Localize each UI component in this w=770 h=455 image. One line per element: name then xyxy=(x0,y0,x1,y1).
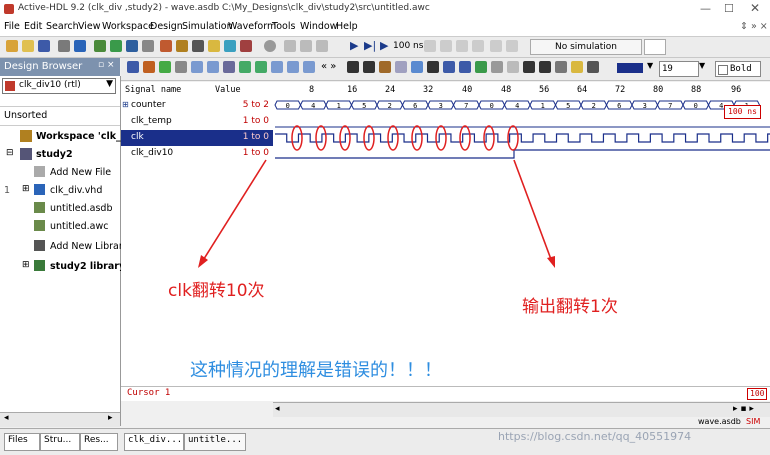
status-file: wave.asdb xyxy=(698,417,741,426)
tab-label: untitle... xyxy=(188,435,243,445)
scroll-left-icon[interactable]: ◂ xyxy=(4,413,9,423)
sidebar-scrollbar[interactable]: ◂ ▸ xyxy=(0,412,120,427)
arrow-head-output xyxy=(547,256,555,268)
arrow-head-clk xyxy=(198,255,208,268)
tab-label: Stru... xyxy=(44,435,72,445)
scroll-left-icon[interactable]: ◂ xyxy=(275,404,280,414)
tab-structure[interactable]: Stru... xyxy=(40,433,80,451)
tab-label: Res... xyxy=(84,435,109,445)
tab-files[interactable]: Files xyxy=(4,433,40,451)
annotation-clk-toggle: clk翻转10次 xyxy=(168,281,265,301)
arrow-line-clk xyxy=(201,159,267,263)
tab-label: Files xyxy=(8,435,28,445)
tab-resources[interactable]: Res... xyxy=(80,433,118,451)
scroll-right-icon[interactable]: ▸ ▪ ▸ xyxy=(733,404,754,414)
tab-clk-div[interactable]: clk_div... xyxy=(124,433,184,451)
tab-label: clk_div... xyxy=(128,435,183,445)
cursor-value: 100 xyxy=(747,388,768,400)
arrow-line-output xyxy=(513,159,553,263)
cursor-label: Cursor 1 xyxy=(127,388,171,398)
annotation-output-toggle: 输出翻转1次 xyxy=(522,297,618,317)
bottom-bar: Files Stru... Res... clk_div... untitle.… xyxy=(0,417,770,455)
annotation-wrong: 这种情况的理解是错误的！！！ xyxy=(190,360,442,381)
cursor-row[interactable]: Cursor 1 100 xyxy=(121,386,770,401)
tab-untitled[interactable]: untitle... xyxy=(184,433,246,451)
scroll-right-icon[interactable]: ▸ xyxy=(108,413,113,423)
status-sim: SIM xyxy=(746,417,761,426)
horizontal-scrollbar[interactable]: ◂ ▸ ▪ ▸ xyxy=(273,402,770,417)
watermark: https://blog.csdn.net/qq_40551974 xyxy=(498,430,692,443)
